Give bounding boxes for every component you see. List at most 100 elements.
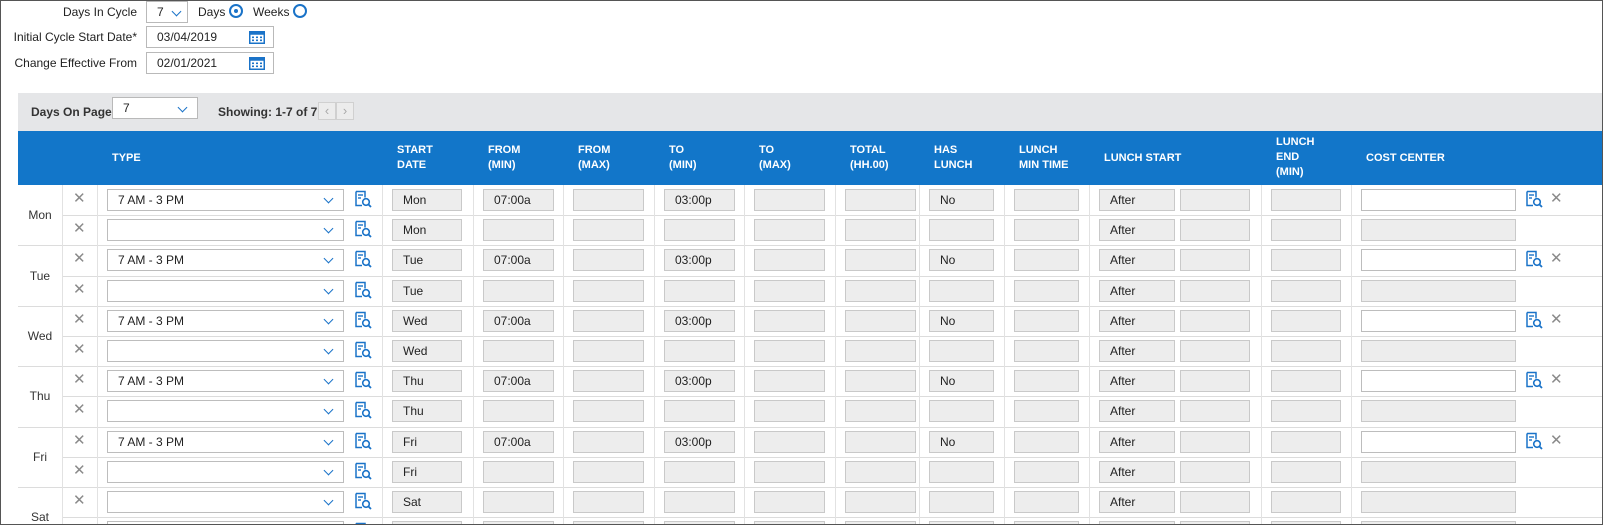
close-icon[interactable]: ✕ [1550,432,1563,449]
days-in-cycle-select[interactable]: 7 [146,1,188,23]
type-select[interactable]: 7 AM - 3 PM [107,370,344,393]
close-icon[interactable]: ✕ [73,342,86,358]
readonly-cell [845,430,916,453]
days-on-page-select[interactable]: 7 [112,97,198,119]
type-select[interactable] [107,219,344,242]
chevron-down-icon [323,253,334,264]
close-icon[interactable]: ✕ [73,493,86,509]
readonly-cell [664,219,735,242]
search-list-icon[interactable] [354,250,372,269]
weeks-radio-label: Weeks [253,5,290,19]
column-divider [473,185,474,524]
chevron-down-icon [323,404,334,415]
change-effective-date-field[interactable]: 02/01/2021 [146,52,274,74]
close-icon[interactable]: ✕ [73,221,86,237]
readonly-cell [1014,460,1079,483]
cost-center-input[interactable] [1361,189,1516,211]
showing-text: Showing: 1-7 of 7 [218,105,318,119]
search-list-icon[interactable] [354,462,372,480]
type-select[interactable]: 7 AM - 3 PM [107,430,344,453]
close-icon[interactable]: ✕ [73,251,86,267]
readonly-cell [1271,370,1341,393]
close-icon[interactable]: ✕ [1550,251,1563,267]
search-list-icon[interactable] [1525,432,1543,450]
readonly-cell [929,491,994,513]
readonly-cell [1271,309,1341,332]
close-icon[interactable]: ✕ [73,281,86,298]
readonly-cell [1271,430,1341,453]
close-icon[interactable]: ✕ [73,311,86,328]
cost-center-input[interactable] [1361,309,1516,332]
type-select[interactable]: 7 AM - 3 PM [107,189,344,211]
readonly-cell: Sat [392,521,462,524]
readonly-cell [483,279,554,302]
readonly-cell: Sat [392,491,462,513]
chevron-down-icon [323,223,334,234]
type-select[interactable] [107,521,344,524]
type-select[interactable] [107,460,344,483]
readonly-cell [1180,491,1250,513]
type-value: 7 AM - 3 PM [118,434,185,449]
days-radio[interactable] [229,4,243,18]
readonly-cell: After [1099,340,1175,362]
change-effective-label: Change Effective From [14,56,137,70]
calendar-icon[interactable] [249,56,265,70]
type-select[interactable]: 7 AM - 3 PM [107,249,344,272]
close-icon[interactable]: ✕ [73,372,86,388]
row-separator [18,305,1602,307]
readonly-cell: 07:00a [483,430,554,453]
readonly-cell [1271,279,1341,302]
readonly-cell: 03:00p [664,309,735,332]
search-list-icon[interactable] [1525,250,1543,269]
search-list-icon[interactable] [354,220,372,238]
readonly-cell [1180,279,1250,302]
cost-center-input[interactable] [1361,249,1516,272]
search-list-icon[interactable] [354,492,372,510]
initial-start-date-field[interactable]: 03/04/2019 [146,26,274,48]
schedule-editor: Days In Cycle 7 Days Weeks Initial Cycle… [0,0,1603,525]
search-list-icon[interactable] [354,190,372,208]
readonly-cell: Tue [392,279,462,302]
type-select[interactable] [107,491,344,513]
type-select[interactable]: 7 AM - 3 PM [107,309,344,332]
calendar-icon[interactable] [249,30,265,44]
row-separator [62,396,1602,398]
cost-center-input[interactable] [1361,370,1516,393]
close-icon[interactable]: ✕ [73,462,86,479]
search-list-icon[interactable] [354,281,372,299]
cost-center-readonly [1361,400,1516,423]
search-list-icon[interactable] [354,432,372,450]
readonly-cell [1014,430,1079,453]
chevron-down-icon [323,314,334,325]
search-list-icon[interactable] [354,341,372,359]
days-in-cycle-label: Days In Cycle [62,5,137,19]
close-icon[interactable]: ✕ [1550,191,1563,207]
close-icon[interactable]: ✕ [73,402,86,418]
close-icon[interactable]: ✕ [73,191,86,207]
prev-page-button[interactable]: ‹ [318,102,336,120]
readonly-cell [845,340,916,362]
readonly-cell: After [1099,279,1175,302]
readonly-cell: No [929,430,994,453]
search-list-icon[interactable] [1525,190,1543,208]
cost-center-input[interactable] [1361,430,1516,453]
search-list-icon[interactable] [1525,311,1543,329]
search-list-icon[interactable] [354,311,372,329]
close-icon[interactable]: ✕ [1550,311,1563,328]
type-value: 7 AM - 3 PM [118,374,185,389]
search-list-icon[interactable] [354,401,372,420]
next-page-button[interactable]: › [336,102,354,120]
readonly-cell [754,430,825,453]
readonly-cell [1271,400,1341,423]
search-list-icon[interactable] [1525,371,1543,389]
close-icon[interactable]: ✕ [1550,372,1563,388]
type-select[interactable] [107,400,344,423]
readonly-cell: 07:00a [483,249,554,272]
type-select[interactable] [107,279,344,302]
close-icon[interactable]: ✕ [73,432,86,449]
readonly-cell: After [1099,400,1175,423]
weeks-radio[interactable] [293,4,307,18]
readonly-cell [754,279,825,302]
type-select[interactable] [107,340,344,362]
search-list-icon[interactable] [354,371,372,389]
